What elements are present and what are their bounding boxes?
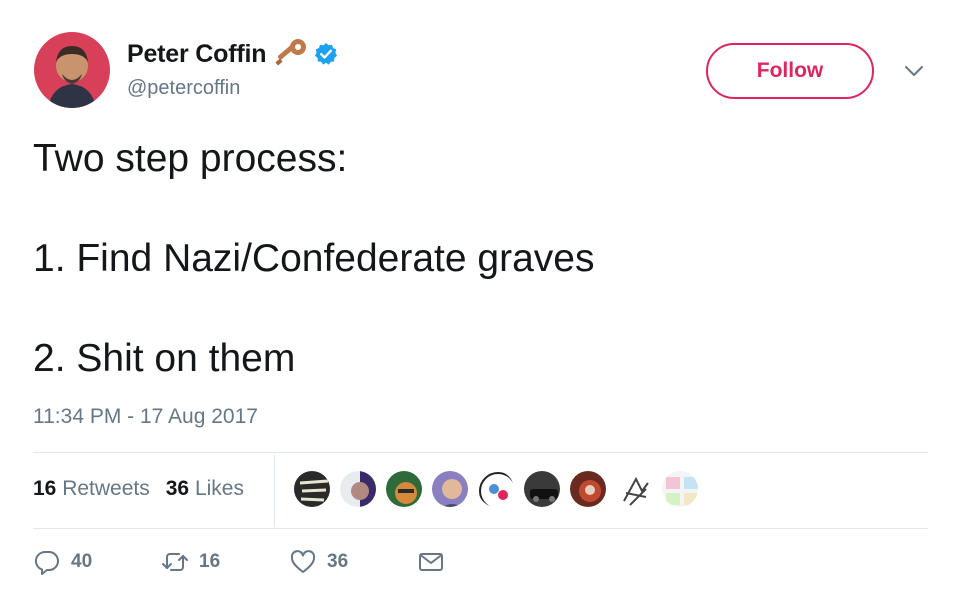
likes-label: Likes [194,477,244,500]
retweet-count: 16 [199,551,221,572]
divider [33,452,928,453]
tweet-text: Two step process: 1. Find Nazi/Confedera… [33,134,933,384]
liker-avatar[interactable] [430,469,470,509]
liker-avatar[interactable] [614,469,654,509]
tweet-actions: 40 16 36 [33,548,445,576]
stats-separator [274,455,275,527]
like-count: 36 [327,551,349,572]
liker-avatar[interactable] [384,469,424,509]
retweets-stat[interactable]: 16 Retweets [33,477,150,501]
tweet-line: Two step process: [33,137,348,180]
retweets-count: 16 [33,477,57,500]
author-avatar[interactable] [34,32,110,108]
verified-badge-icon [315,43,338,65]
tweet-timestamp[interactable]: 11:34 PM - 17 Aug 2017 [33,405,258,429]
retweets-label: Retweets [62,477,150,500]
tweet-line: 1. Find Nazi/Confederate graves [33,237,595,280]
author-name-row[interactable]: Peter Coffin [127,36,338,72]
key-icon [275,39,307,66]
envelope-icon [419,553,443,571]
liker-avatar[interactable] [660,469,700,509]
liker-avatar[interactable] [522,469,562,509]
chevron-down-icon[interactable] [903,62,925,80]
likers-avatars [292,469,706,509]
liker-avatar[interactable] [292,469,332,509]
retweet-icon [162,553,188,571]
likes-count: 36 [165,477,190,500]
liker-avatar[interactable] [338,469,378,509]
retweet-button[interactable]: 16 [161,548,289,576]
direct-message-button[interactable] [417,548,445,576]
follow-button[interactable]: Follow [706,43,874,99]
author-handle[interactable]: @petercoffin [127,77,240,100]
author-display-name[interactable]: Peter Coffin [127,40,266,69]
heart-icon [290,550,316,573]
liker-avatar[interactable] [476,469,516,509]
like-button[interactable]: 36 [289,548,417,576]
reply-count: 40 [71,551,93,572]
reply-button[interactable]: 40 [33,548,161,576]
reply-icon [34,550,59,575]
liker-avatar[interactable] [568,469,608,509]
tweet-stats: 16 Retweets 36 Likes [33,477,260,501]
divider [33,528,928,529]
tweet-line: 2. Shit on them [33,337,296,380]
likes-stat[interactable]: 36 Likes [166,477,244,501]
